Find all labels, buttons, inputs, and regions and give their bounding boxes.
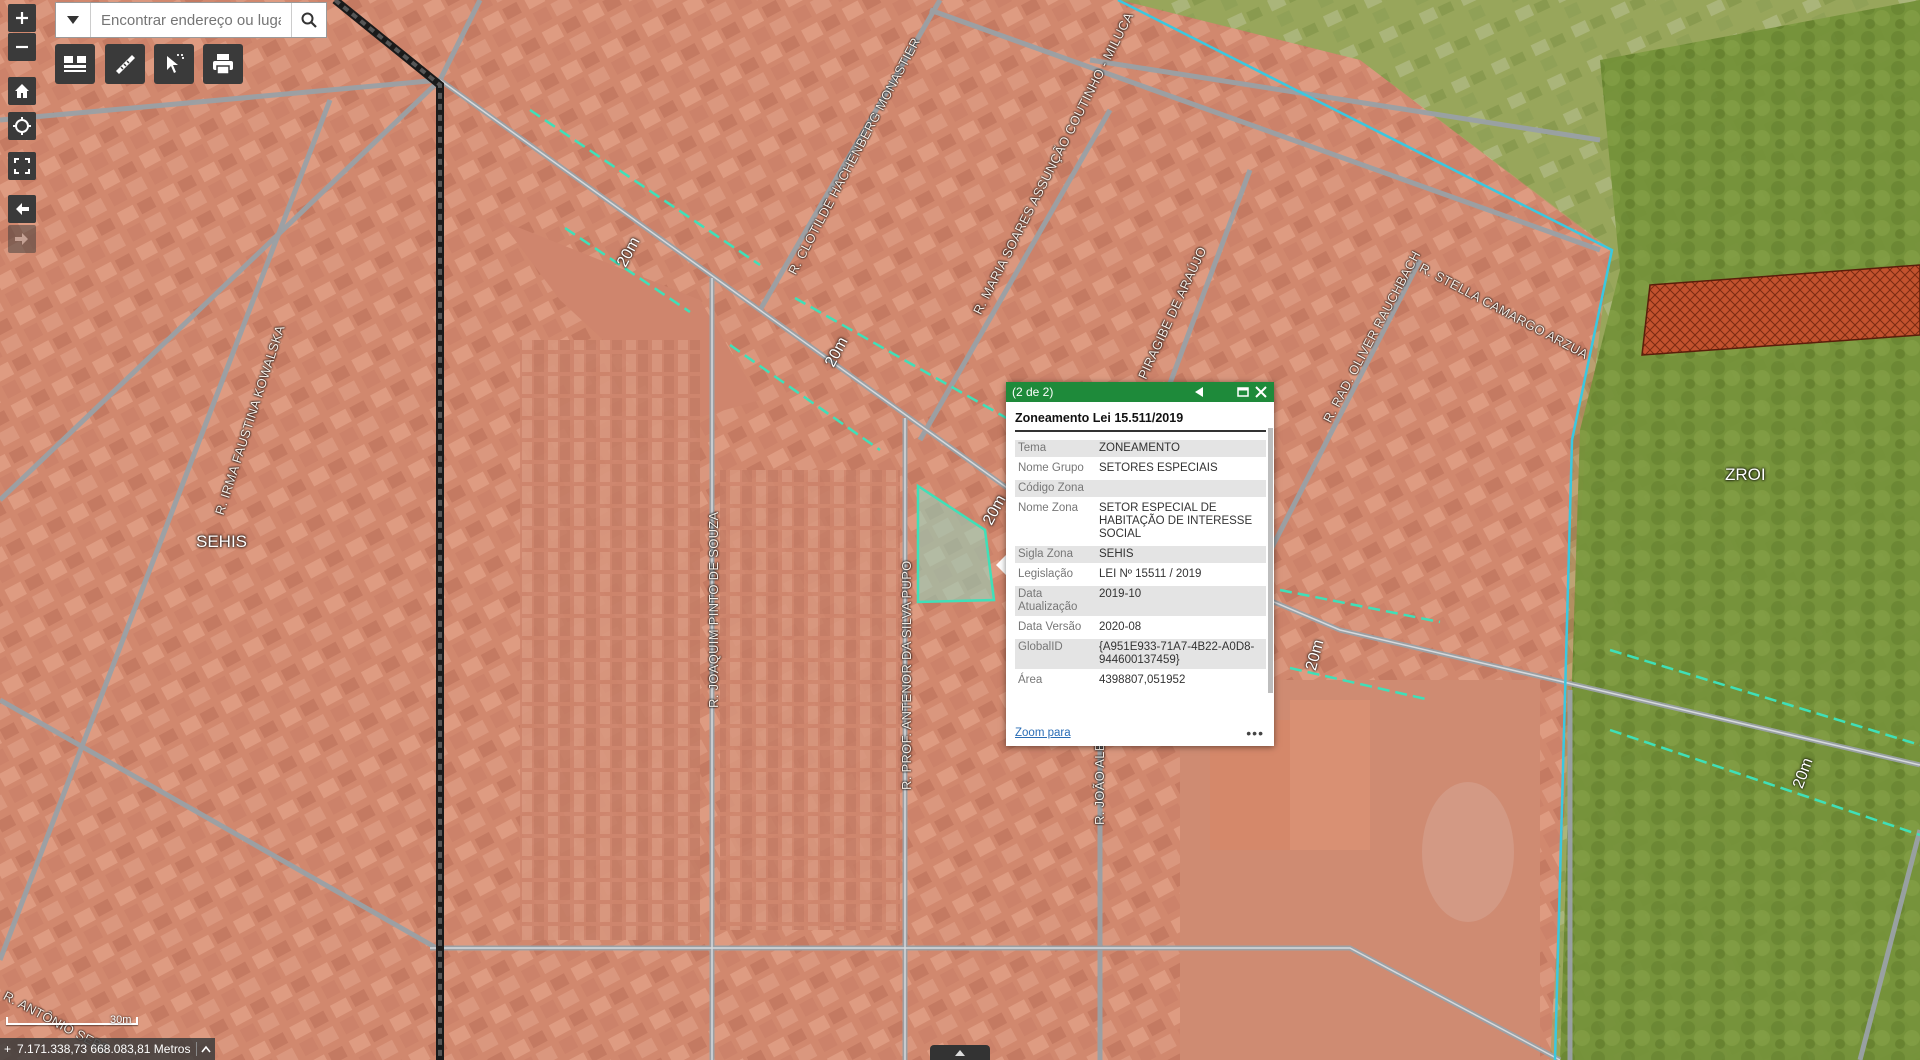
triangle-left-icon xyxy=(1195,387,1203,397)
attribute-key: GlobalID xyxy=(1015,639,1096,669)
attribute-value: SETOR ESPECIAL DE HABITAÇÃO DE INTERESSE… xyxy=(1099,502,1253,540)
attribute-row: Área 4398807,051952 xyxy=(1015,672,1266,689)
street-label: R. PROF. ANTENOR DA SILVA PUPO xyxy=(899,560,914,790)
attribute-row: Tema ZONEAMENTO xyxy=(1015,440,1266,457)
attribute-key: Nome Zona xyxy=(1018,502,1079,514)
attribute-row: Nome Zona SETOR ESPECIAL DE HABITAÇÃO DE … xyxy=(1015,500,1266,543)
zoom-to-link[interactable]: Zoom para xyxy=(1015,727,1246,739)
popup-scrollbar[interactable] xyxy=(1268,428,1273,693)
attribute-value: 2019-10 xyxy=(1096,586,1266,616)
measure-icon xyxy=(116,55,135,74)
measure-button[interactable] xyxy=(105,44,145,84)
attribute-value: 4398807,051952 xyxy=(1099,674,1186,686)
crosshair-icon: + xyxy=(4,1042,12,1056)
popup-pointer xyxy=(996,555,1006,575)
popup-feature-counter: (2 de 2) xyxy=(1012,385,1054,399)
basemap-gallery-icon xyxy=(64,56,86,72)
popup-header: (2 de 2) xyxy=(1006,382,1274,402)
attribute-key: Nome Grupo xyxy=(1018,462,1084,474)
attribute-row: Nome Grupo SETORES ESPECIAIS xyxy=(1015,460,1266,477)
attribute-key: Área xyxy=(1018,674,1043,686)
arrow-left-icon xyxy=(16,203,29,215)
fullscreen-icon xyxy=(14,158,30,174)
attribute-value: {A951E933-71A7-4B22-A0D8-944600137459} xyxy=(1096,639,1266,669)
popup-footer: Zoom para ••• xyxy=(1015,725,1264,741)
minus-icon xyxy=(16,45,28,49)
locate-icon xyxy=(13,117,31,135)
attribute-value: LEI Nº 15511 / 2019 xyxy=(1099,568,1202,580)
select-icon xyxy=(167,54,184,73)
search-widget xyxy=(55,2,327,38)
fullscreen-button[interactable] xyxy=(8,152,36,180)
zone-label-sehis: SEHIS xyxy=(196,532,248,551)
popup-close-button[interactable] xyxy=(1252,383,1270,401)
attribute-key: Código Zona xyxy=(1015,480,1096,497)
street-label: R. JOÃO ALB xyxy=(1092,742,1107,825)
arrow-right-icon xyxy=(15,233,28,245)
next-extent-button[interactable] xyxy=(8,225,36,253)
attribute-key: Tema xyxy=(1015,440,1096,457)
attribute-row: GlobalID {A951E933-71A7-4B22-A0D8-9446001… xyxy=(1015,639,1266,669)
home-button[interactable] xyxy=(8,77,36,105)
popup-previous-button[interactable] xyxy=(1190,383,1208,401)
street-label: R. JOAQUIM PINTO DE SOUZA xyxy=(706,511,721,708)
search-source-dropdown[interactable] xyxy=(56,3,91,37)
attribute-value: SETORES ESPECIAIS xyxy=(1099,462,1218,474)
attribute-key: Legislação xyxy=(1018,568,1073,580)
popup-body: Zoneamento Lei 15.511/2019 Tema ZONEAMENT… xyxy=(1006,402,1274,746)
scale-bar-label: 30m xyxy=(110,1014,132,1026)
print-icon xyxy=(213,54,233,75)
attribute-row: Sigla Zona SEHIS xyxy=(1015,546,1266,563)
popup-maximize-button[interactable] xyxy=(1234,383,1252,401)
attribute-key: Sigla Zona xyxy=(1015,546,1096,563)
zoom-out-button[interactable] xyxy=(8,33,36,61)
feature-popup: (2 de 2) Zoneamento Lei 15.511/2019 Tema… xyxy=(1006,382,1274,746)
zoom-in-button[interactable] xyxy=(8,4,36,32)
attribute-key: Data Atualização xyxy=(1015,586,1096,616)
attribute-value xyxy=(1096,480,1266,497)
popup-title: Zoneamento Lei 15.511/2019 xyxy=(1015,402,1266,432)
attribute-value: 2020-08 xyxy=(1099,621,1142,633)
attribute-key: Data Versão xyxy=(1018,621,1082,633)
plus-icon xyxy=(16,12,28,24)
attribute-value: ZONEAMENTO xyxy=(1096,440,1266,457)
more-actions-button[interactable]: ••• xyxy=(1246,725,1264,741)
zone-label-zroi: ZROI xyxy=(1725,465,1766,484)
locate-button[interactable] xyxy=(8,112,36,140)
basemap-gallery-button[interactable] xyxy=(55,44,95,84)
maximize-icon xyxy=(1237,387,1249,397)
search-button[interactable] xyxy=(291,3,326,37)
chevron-down-icon xyxy=(67,16,79,24)
previous-extent-button[interactable] xyxy=(8,195,36,223)
attribute-table-toggle[interactable] xyxy=(930,1045,990,1060)
attribute-row: Data Atualização 2019-10 xyxy=(1015,586,1266,616)
attribute-row: Legislação LEI Nº 15511 / 2019 xyxy=(1015,566,1266,583)
print-button[interactable] xyxy=(203,44,243,84)
coordinate-display: + 7.171.338,73 668.083,81 Metros xyxy=(0,1038,216,1060)
search-input[interactable] xyxy=(91,3,291,37)
attribute-value: SEHIS xyxy=(1096,546,1266,563)
home-icon xyxy=(15,84,29,98)
attribute-row: Código Zona xyxy=(1015,480,1266,497)
coordinate-text: 7.171.338,73 668.083,81 Metros xyxy=(17,1042,191,1056)
attribute-table: Tema ZONEAMENTO Nome Grupo SETORES ESPECIA… xyxy=(1015,437,1266,692)
select-button[interactable] xyxy=(154,44,194,84)
coordinate-toggle-button[interactable] xyxy=(196,1042,212,1056)
chevron-up-icon xyxy=(201,1045,212,1053)
attribute-row: Data Versão 2020-08 xyxy=(1015,619,1266,636)
search-icon xyxy=(301,12,317,28)
triangle-up-icon xyxy=(955,1049,965,1056)
close-icon xyxy=(1255,386,1267,398)
map-canvas[interactable] xyxy=(0,0,1920,1060)
